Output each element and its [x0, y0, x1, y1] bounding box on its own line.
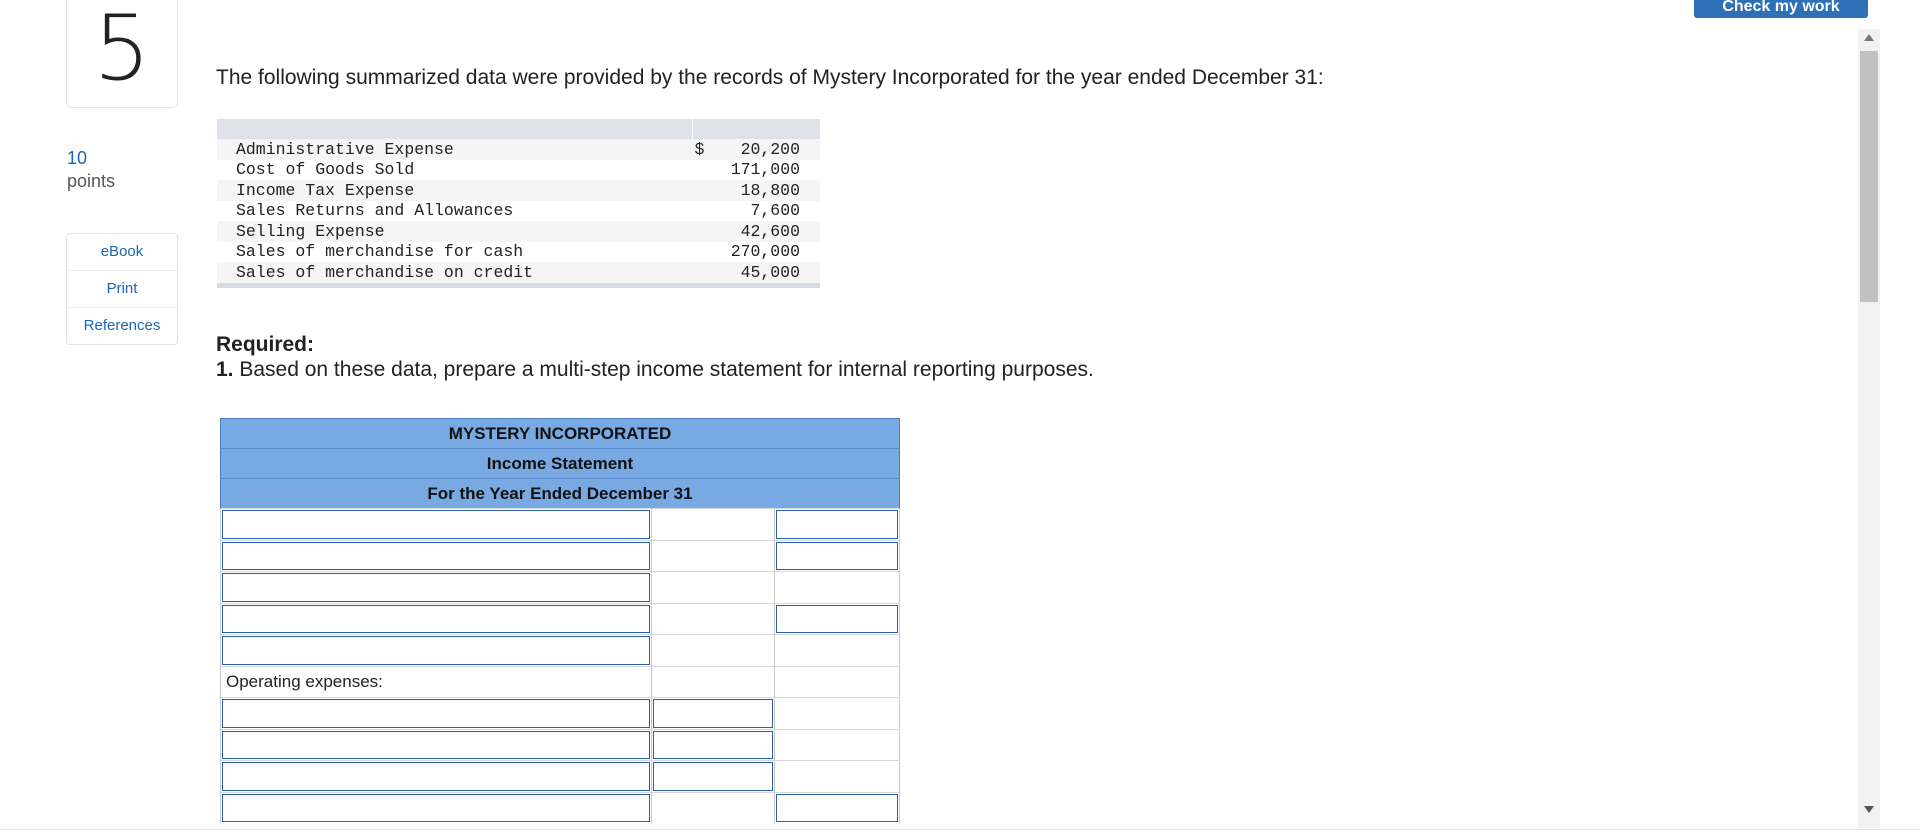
points-label: points	[67, 171, 116, 191]
amount-input[interactable]	[776, 604, 898, 633]
amount-input[interactable]	[653, 762, 773, 791]
amount-input[interactable]	[776, 793, 898, 822]
row-label: Sales Returns and Allowances	[236, 201, 514, 221]
amount-input[interactable]	[776, 541, 898, 570]
line-item-dropdown[interactable]	[222, 793, 650, 822]
statement-row	[220, 697, 900, 729]
line-item-dropdown[interactable]	[222, 604, 650, 633]
table-row: Administrative Expense $ 20,200	[217, 139, 820, 160]
row-label: Sales of merchandise for cash	[236, 242, 524, 262]
points-value: 10	[67, 148, 88, 168]
bottom-divider	[0, 829, 1920, 830]
amount-input[interactable]	[653, 699, 773, 728]
row-value: 42,600	[740, 221, 800, 241]
row-label: Selling Expense	[236, 221, 385, 241]
row-value: 171,000	[730, 160, 800, 180]
table-row: Income Tax Expense 18,800	[217, 180, 820, 201]
table-row: Cost of Goods Sold 171,000	[217, 160, 820, 181]
statement-row	[220, 728, 900, 760]
row-value: 45,000	[740, 262, 800, 282]
row-label: Income Tax Expense	[236, 180, 415, 200]
statement-row	[220, 508, 900, 540]
statement-row	[220, 791, 900, 823]
print-link[interactable]: Print	[67, 271, 177, 308]
required-item: 1. Based on these data, prepare a multi-…	[216, 358, 1094, 382]
statement-title: Income Statement	[220, 448, 900, 478]
data-table-body: Administrative Expense $ 20,200 Cost of …	[217, 139, 820, 283]
operating-expenses-label: Operating expenses:	[226, 671, 383, 691]
currency-symbol: $	[694, 139, 705, 159]
line-item-dropdown[interactable]	[222, 573, 650, 602]
intro-text: The following summarized data were provi…	[216, 66, 1324, 89]
line-item-dropdown[interactable]	[222, 636, 650, 665]
required-item-number: 1.	[216, 358, 234, 381]
table-row: Sales of merchandise for cash 270,000	[217, 242, 820, 263]
required-heading: Required:	[216, 333, 315, 356]
statement-period: For the Year Ended December 31	[220, 478, 900, 508]
line-item-dropdown[interactable]	[222, 510, 650, 539]
table-row: Sales of merchandise on credit 45,000	[217, 262, 820, 283]
row-value: 20,200	[740, 139, 800, 159]
statement-row	[220, 571, 900, 603]
statement-row	[220, 602, 900, 634]
side-links-panel: eBook Print References	[66, 233, 178, 345]
line-item-dropdown[interactable]	[222, 541, 650, 570]
table-row: Sales Returns and Allowances 7,600	[217, 201, 820, 222]
row-label: Cost of Goods Sold	[236, 160, 415, 180]
scroll-down-arrow-icon[interactable]	[1864, 806, 1874, 813]
row-label: Sales of merchandise on credit	[236, 262, 534, 282]
ebook-link[interactable]: eBook	[67, 234, 177, 271]
points-info: 10 points	[67, 147, 115, 193]
line-item-dropdown[interactable]	[222, 762, 650, 791]
given-data-table: Administrative Expense $ 20,200 Cost of …	[217, 119, 820, 288]
amount-input[interactable]	[653, 730, 773, 759]
references-link[interactable]: References	[67, 308, 177, 344]
scroll-up-arrow-icon[interactable]	[1864, 34, 1874, 41]
question-number: 5	[66, 0, 178, 108]
income-statement-worksheet: MYSTERY INCORPORATED Income Statement Fo…	[220, 418, 900, 823]
data-table-header	[217, 119, 820, 139]
line-item-dropdown[interactable]	[222, 699, 650, 728]
line-item-dropdown[interactable]	[222, 730, 650, 759]
row-value: 7,600	[750, 201, 800, 221]
row-label: Administrative Expense	[236, 139, 454, 159]
row-value: 18,800	[740, 180, 800, 200]
amount-input[interactable]	[776, 510, 898, 539]
statement-company-name: MYSTERY INCORPORATED	[220, 418, 900, 448]
statement-row: Operating expenses:	[220, 665, 900, 697]
statement-row	[220, 539, 900, 571]
statement-row	[220, 634, 900, 666]
required-item-text: Based on these data, prepare a multi-ste…	[239, 358, 1094, 381]
row-value: 270,000	[730, 242, 800, 262]
scrollbar-thumb[interactable]	[1860, 51, 1878, 302]
statement-row	[220, 760, 900, 792]
check-my-work-button[interactable]: Check my work	[1694, 0, 1868, 18]
table-row: Selling Expense 42,600	[217, 221, 820, 242]
